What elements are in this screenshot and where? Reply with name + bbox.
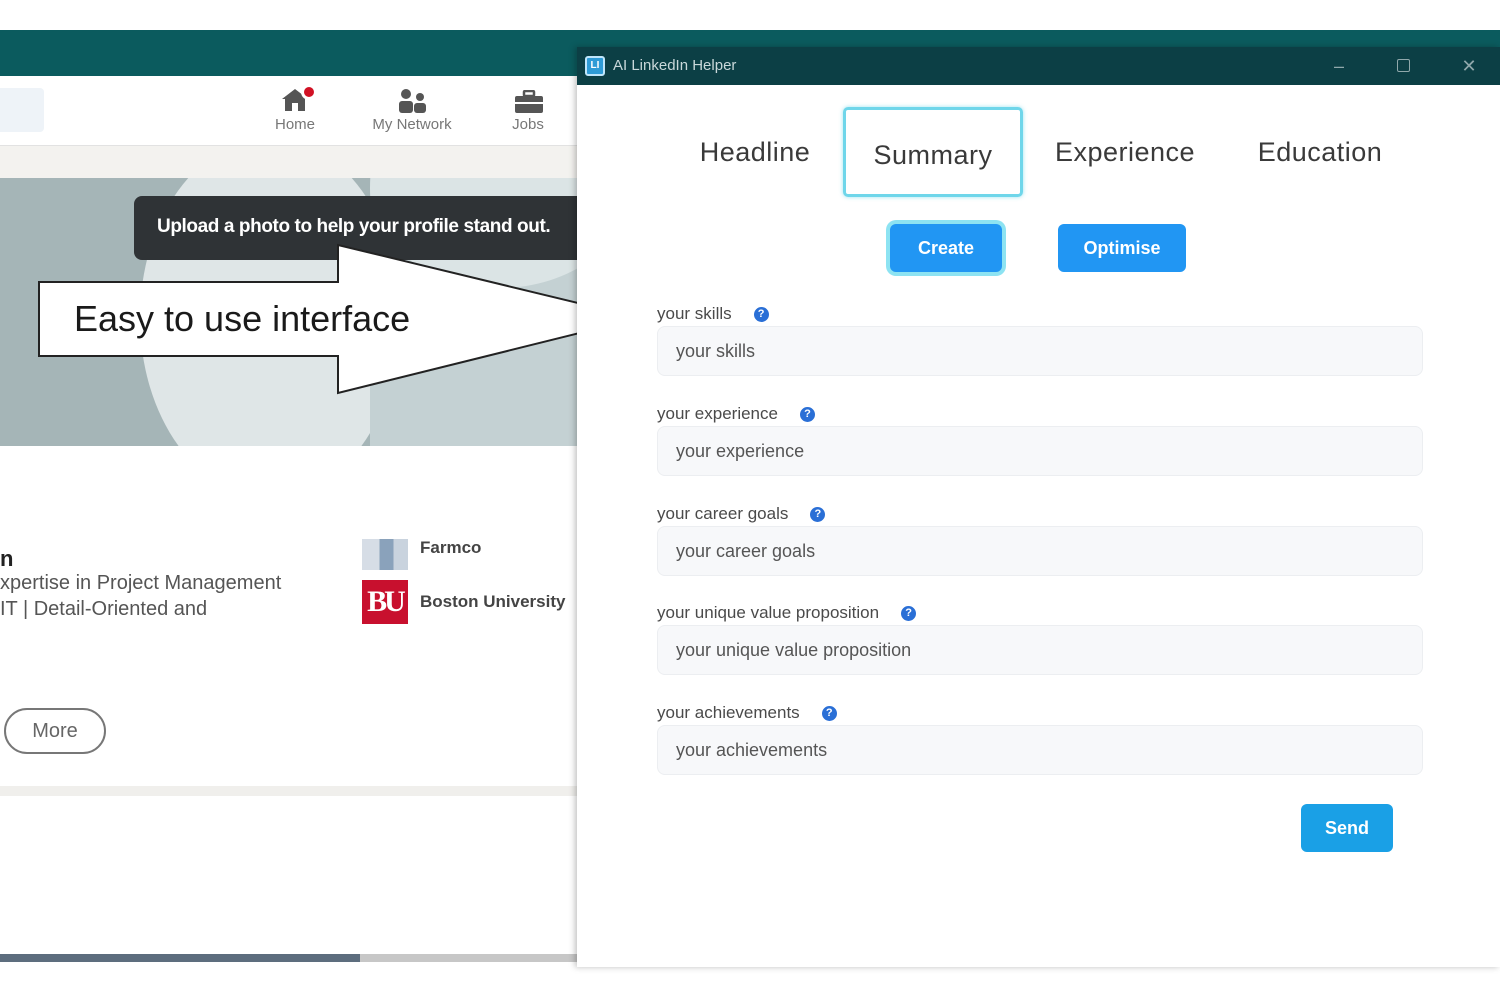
farmco-logo [362, 526, 408, 570]
field-label: your career goals? [657, 504, 826, 524]
close-button[interactable]: ✕ [1449, 53, 1489, 79]
tab-summary[interactable]: Summary [843, 107, 1023, 197]
home-icon [245, 82, 345, 116]
maximize-button[interactable] [1383, 53, 1423, 79]
help-icon[interactable]: ? [810, 507, 826, 522]
section-divider [0, 786, 580, 796]
send-button[interactable]: Send [1301, 804, 1393, 852]
page-strip [0, 146, 580, 178]
upload-photo-tooltip: Upload a photo to help your profile stan… [134, 196, 604, 260]
window-title: AI LinkedIn Helper [613, 57, 737, 74]
nav-my-network-label: My Network [372, 116, 452, 133]
help-icon[interactable]: ? [821, 706, 837, 721]
field-experience: your experience? [657, 404, 1423, 504]
nav-home-label: Home [274, 116, 315, 133]
achievements-input[interactable] [657, 725, 1423, 775]
horizontal-scrollbar-track[interactable] [360, 954, 580, 962]
tab-education[interactable]: Education [1245, 107, 1395, 197]
field-career-goals: your career goals? [657, 504, 1423, 604]
bu-logo: BU [362, 580, 408, 624]
screen: Home My Network Jobs Upload a photo to h… [0, 0, 1500, 1000]
search-box[interactable] [0, 88, 44, 132]
linkedin-nav-bar: Home My Network Jobs [0, 76, 580, 146]
career-goals-input[interactable] [657, 526, 1423, 576]
minimize-button[interactable]: – [1319, 53, 1359, 79]
tab-bar: Headline Summary Experience Education [577, 107, 1500, 197]
nav-jobs[interactable]: Jobs [478, 82, 578, 140]
callout-text: Easy to use interface [74, 298, 411, 339]
field-label: your achievements? [657, 703, 837, 723]
network-icon [362, 82, 462, 116]
nav-my-network[interactable]: My Network [362, 82, 462, 140]
skills-input[interactable] [657, 326, 1423, 376]
horizontal-scrollbar-thumb[interactable] [0, 954, 360, 962]
optimise-button[interactable]: Optimise [1058, 224, 1186, 272]
help-icon[interactable]: ? [753, 307, 769, 322]
help-icon[interactable]: ? [799, 407, 815, 422]
profile-name: n [0, 546, 14, 571]
field-unique-value-proposition: your unique value proposition? [657, 603, 1423, 703]
unique-value-proposition-input[interactable] [657, 625, 1423, 675]
field-label: your skills? [657, 304, 769, 324]
notification-badge [301, 84, 317, 100]
app-window: LI AI LinkedIn Helper – ✕ Headline Summa… [577, 47, 1500, 967]
profile-headline-line: xpertise in Project Management [0, 572, 282, 594]
more-button[interactable]: More [4, 708, 106, 754]
field-label: your experience? [657, 404, 815, 424]
briefcase-icon [478, 82, 578, 116]
tab-experience[interactable]: Experience [1045, 107, 1205, 197]
nav-home[interactable]: Home [245, 82, 345, 140]
field-skills: your skills? [657, 304, 1423, 404]
field-achievements: your achievements? [657, 703, 1423, 803]
tab-headline[interactable]: Headline [677, 107, 833, 197]
help-icon[interactable]: ? [901, 606, 917, 621]
create-button[interactable]: Create [890, 224, 1002, 272]
experience-input[interactable] [657, 426, 1423, 476]
maximize-icon [1396, 59, 1410, 72]
nav-jobs-label: Jobs [512, 116, 544, 133]
title-bar[interactable]: LI AI LinkedIn Helper – ✕ [577, 47, 1500, 85]
field-label: your unique value proposition? [657, 603, 917, 623]
profile-headline-line: IT | Detail-Oriented and [0, 598, 208, 620]
org-name: Farmco [420, 538, 482, 557]
profile-card: n xpertise in Project Management IT | De… [0, 446, 580, 786]
app-icon: LI [585, 56, 605, 76]
org-name: Boston University [420, 592, 566, 611]
